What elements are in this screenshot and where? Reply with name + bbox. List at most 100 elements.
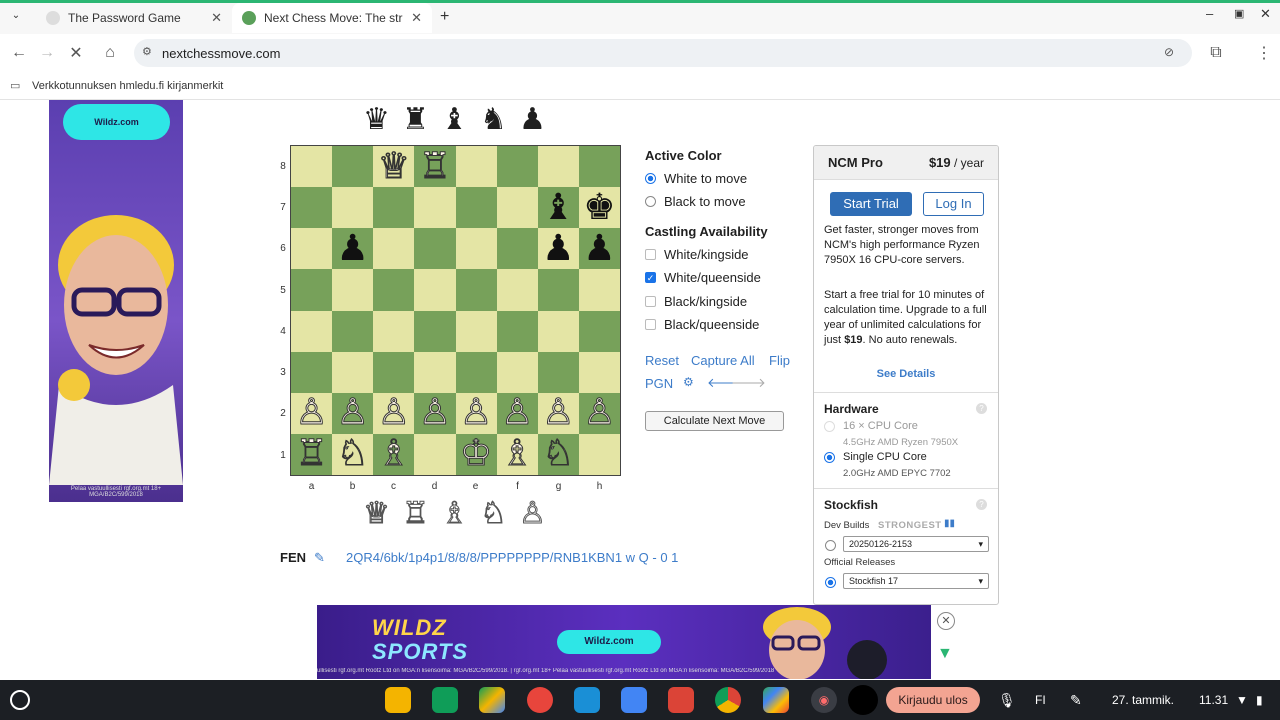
captured-piece[interactable]: ♟ [516,103,549,136]
white-pawn-piece[interactable]: ♙ [377,394,410,431]
captured-piece[interactable]: ♘ [477,497,510,531]
black-pawn-piece[interactable]: ♟ [542,230,574,267]
board-square-c2[interactable]: ♙ [373,392,415,434]
board-square-h5[interactable] [578,269,620,311]
board-square-c1[interactable]: ♗ [373,433,415,475]
board-square-e8[interactable] [455,146,497,188]
radio-icon[interactable] [645,173,656,184]
board-square-g6[interactable]: ♟ [537,228,579,270]
site-info-icon[interactable]: ⚙ [142,45,152,58]
board-square-e3[interactable] [455,351,497,393]
help-icon[interactable]: ? [976,403,987,414]
pgn-link[interactable]: PGN [645,376,673,391]
back-icon[interactable]: ← [5,39,33,67]
new-tab-icon[interactable]: + [440,8,449,26]
board-square-b5[interactable] [332,269,374,311]
docs-app-icon[interactable] [621,687,647,713]
stylus-icon[interactable]: ✎ [1070,680,1082,720]
board-square-h7[interactable]: ♚ [578,187,620,229]
captured-piece[interactable]: ♝ [438,103,471,136]
board-square-b1[interactable]: ♘ [332,433,374,475]
fen-value[interactable]: 2QR4/6bk/1p4p1/8/8/8/PPPPPPPP/RNB1KBN1 w… [346,550,678,565]
board-square-e5[interactable] [455,269,497,311]
white-pawn-piece[interactable]: ♙ [295,394,328,431]
camera-off-icon[interactable]: ⊘ [1164,45,1174,59]
start-trial-button[interactable]: Start Trial [830,192,912,216]
white-bishop-piece[interactable]: ♗ [501,435,534,472]
redo-arrow-icon[interactable]: 🡒 [731,375,766,391]
board-square-c7[interactable] [373,187,415,229]
play-store-app-icon[interactable] [763,687,789,713]
black-pawn-piece[interactable]: ♟ [337,230,369,267]
battery-icon[interactable]: ▮ [1256,680,1263,720]
white-pawn-piece[interactable]: ♙ [501,394,534,431]
board-square-c5[interactable] [373,269,415,311]
checkbox-icon[interactable] [645,296,656,307]
board-square-h1[interactable] [578,433,620,475]
board-square-b3[interactable] [332,351,374,393]
tab-next-chess-move[interactable]: Next Chess Move: The stronge ✕ [232,3,432,33]
board-square-h2[interactable]: ♙ [578,392,620,434]
castling-black-queenside[interactable]: Black/queenside [645,317,759,332]
flip-link[interactable]: Flip [769,353,790,368]
board-square-a2[interactable]: ♙ [291,392,333,434]
hardware-16-core-radio[interactable]: 16 × CPU Core [824,420,918,432]
board-square-e2[interactable]: ♙ [455,392,497,434]
board-square-b7[interactable] [332,187,374,229]
board-square-c8[interactable]: ♕ [373,146,415,188]
white-pawn-piece[interactable]: ♙ [336,394,369,431]
chart-icon[interactable]: ▮▮ [944,518,955,529]
official-release-select[interactable]: Stockfish 17 ▾ [843,573,989,589]
black-king-piece[interactable]: ♚ [583,189,615,226]
board-square-g2[interactable]: ♙ [537,392,579,434]
board-square-a7[interactable] [291,187,333,229]
help-icon[interactable]: ? [976,499,987,510]
sign-out-button[interactable]: Kirjaudu ulos [886,687,980,713]
forward-icon[interactable]: → [33,39,61,67]
board-square-c3[interactable] [373,351,415,393]
time-display[interactable]: 11.31 [1199,680,1228,720]
capture-all-link[interactable]: Capture All [691,353,755,368]
left-ad-button[interactable]: Wildz.com [63,104,170,140]
black-bishop-piece[interactable]: ♝ [542,189,574,226]
bottom-ad-button[interactable]: Wildz.com [557,630,661,654]
board-square-d5[interactable] [414,269,456,311]
ad-close-icon[interactable]: ✕ [937,612,955,630]
captured-piece[interactable]: ♖ [399,497,432,531]
checkbox-checked-icon[interactable]: ✓ [645,272,656,283]
user-avatar[interactable] [848,685,878,715]
reset-link[interactable]: Reset [645,353,679,368]
ad-choices-icon[interactable]: ▼ [937,645,953,663]
board-square-a6[interactable] [291,228,333,270]
tab-password-game[interactable]: The Password Game ✕ [36,3,232,33]
board-square-a4[interactable] [291,310,333,352]
board-square-d3[interactable] [414,351,456,393]
tab-close-icon[interactable]: ✕ [411,10,422,26]
paint-app-icon[interactable] [527,687,553,713]
maximize-icon[interactable]: ▣ [1234,7,1244,20]
close-window-icon[interactable]: ✕ [1260,6,1271,22]
board-square-f6[interactable] [496,228,538,270]
captured-piece[interactable]: ♜ [399,103,432,136]
board-square-a3[interactable] [291,351,333,393]
captured-piece[interactable]: ♛ [360,103,393,136]
black-to-move-radio[interactable]: Black to move [645,194,746,209]
bookmark-folder[interactable]: Verkkotunnuksen hmledu.fi kirjanmerkit [32,80,223,92]
address-bar[interactable]: ⚙ nextchessmove.com ⊘ [134,39,1192,67]
board-square-e4[interactable] [455,310,497,352]
board-square-h6[interactable]: ♟ [578,228,620,270]
tab-close-icon[interactable]: ✕ [211,10,222,26]
captured-piece[interactable]: ♙ [516,497,549,531]
board-square-b4[interactable] [332,310,374,352]
board-square-g4[interactable] [537,310,579,352]
board-square-d6[interactable] [414,228,456,270]
see-details-link[interactable]: See Details [814,368,998,380]
white-pawn-piece[interactable]: ♙ [542,394,575,431]
board-square-b8[interactable] [332,146,374,188]
castling-white-kingside[interactable]: White/kingside [645,247,749,262]
pdf-app-icon[interactable] [668,687,694,713]
radio-icon[interactable] [824,451,835,463]
dev-build-radio[interactable] [825,540,836,551]
home-icon[interactable]: ⌂ [96,39,124,67]
board-square-f7[interactable] [496,187,538,229]
